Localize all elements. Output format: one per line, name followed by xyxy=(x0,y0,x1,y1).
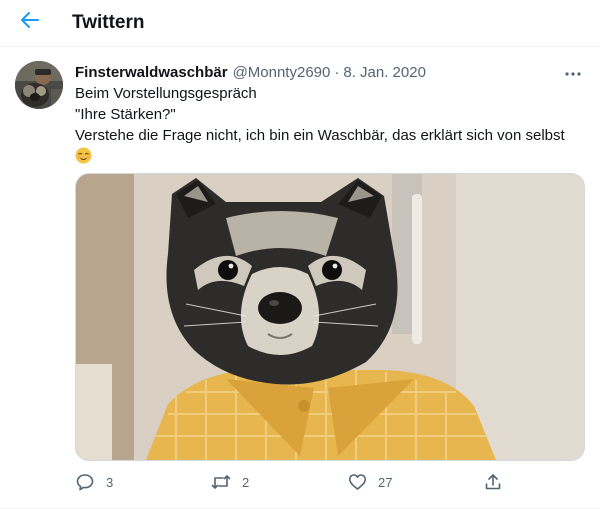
reply-button[interactable]: 3 xyxy=(68,467,113,497)
tweet-text-line: "Ihre Stärken?" xyxy=(75,106,176,123)
reply-icon xyxy=(68,467,102,497)
raccoon-photo xyxy=(76,174,584,460)
more-icon xyxy=(564,64,582,81)
author-name[interactable]: Finsterwaldwaschbär xyxy=(75,64,228,81)
retweet-icon xyxy=(204,467,238,497)
reply-count: 3 xyxy=(106,474,114,490)
share-icon xyxy=(476,467,510,497)
top-bar: Twittern xyxy=(0,0,600,47)
retweet-button[interactable]: 2 xyxy=(204,467,249,497)
share-button[interactable] xyxy=(476,467,510,497)
relieved-face-emoji xyxy=(75,147,92,164)
tweet-header: Finsterwaldwaschbär @Monnty2690 · 8. Jan… xyxy=(75,61,585,83)
like-button[interactable]: 27 xyxy=(340,467,392,497)
back-button[interactable] xyxy=(16,8,44,36)
retweet-count: 2 xyxy=(242,474,250,490)
tweet-text-line: Verstehe die Frage nicht, ich bin ein Wa… xyxy=(75,127,565,144)
tweet[interactable]: Finsterwaldwaschbär @Monnty2690 · 8. Jan… xyxy=(0,47,600,509)
tweet-content: Finsterwaldwaschbär @Monnty2690 · 8. Jan… xyxy=(75,61,585,167)
tweet-media-image[interactable] xyxy=(75,173,585,461)
author-handle[interactable]: @Monnty2690 xyxy=(233,64,331,81)
avatar[interactable] xyxy=(15,61,63,109)
tweet-text-line xyxy=(75,146,585,167)
like-icon xyxy=(340,467,374,497)
tweet-text: Beim Vorstellungsgespräch "Ihre Stärken?… xyxy=(75,83,585,167)
back-arrow-icon xyxy=(20,10,40,35)
tweet-text-line: Beim Vorstellungsgespräch xyxy=(75,85,257,102)
more-button[interactable] xyxy=(561,61,585,83)
like-count: 27 xyxy=(378,474,393,490)
separator-dot: · xyxy=(334,63,340,81)
tweet-actions: 3 2 27 xyxy=(68,467,508,497)
tweet-date[interactable]: 8. Jan. 2020 xyxy=(343,64,426,81)
page-title: Twittern xyxy=(72,12,145,33)
